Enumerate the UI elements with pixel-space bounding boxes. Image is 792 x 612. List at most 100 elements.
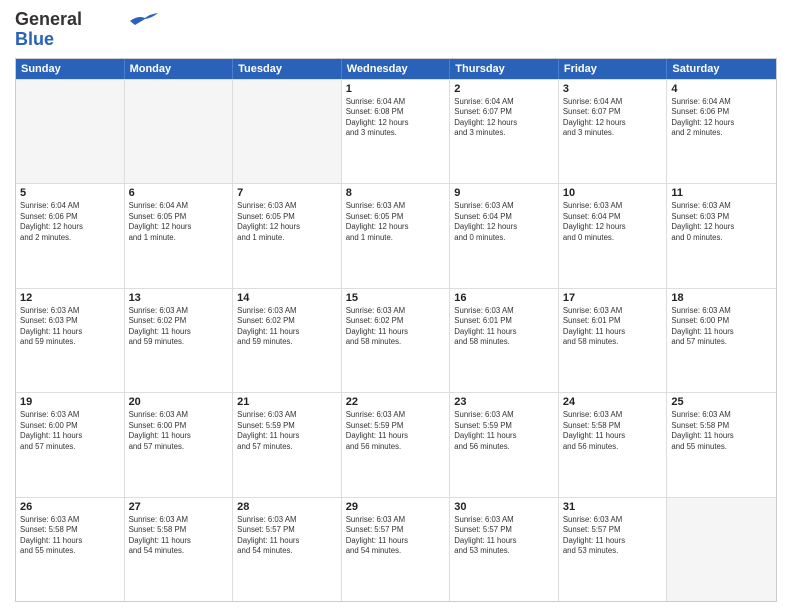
calendar-cell: 10Sunrise: 6:03 AM Sunset: 6:04 PM Dayli…: [559, 184, 668, 287]
day-info: Sunrise: 6:03 AM Sunset: 6:02 PM Dayligh…: [346, 306, 446, 348]
day-info: Sunrise: 6:03 AM Sunset: 5:58 PM Dayligh…: [563, 410, 663, 452]
calendar-cell: 3 Sunrise: 6:04 AM Sunset: 6:07 PM Daylig…: [559, 80, 668, 183]
day-info: Sunrise: 6:03 AM Sunset: 6:03 PM Dayligh…: [20, 306, 120, 348]
day-info: Sunrise: 6:03 AM Sunset: 6:01 PM Dayligh…: [454, 306, 554, 348]
calendar-cell: [125, 80, 234, 183]
day-number: 17: [563, 292, 663, 304]
day-number: 22: [346, 396, 446, 408]
day-info: Sunrise: 6:03 AM Sunset: 6:05 PM Dayligh…: [346, 201, 446, 243]
calendar-cell: 14 Sunrise: 6:03 AM Sunset: 6:02 PM Dayli…: [233, 289, 342, 392]
day-number: 2: [454, 83, 554, 95]
day-info: Sunrise: 6:03 AM Sunset: 5:59 PM Dayligh…: [346, 410, 446, 452]
header: General Blue: [15, 10, 777, 50]
logo-text-blue: Blue: [15, 30, 54, 50]
calendar-cell: 15Sunrise: 6:03 AM Sunset: 6:02 PM Dayli…: [342, 289, 451, 392]
calendar-cell: 6 Sunrise: 6:04 AM Sunset: 6:05 PM Daylig…: [125, 184, 234, 287]
calendar-cell: 25 Sunrise: 6:03 AM Sunset: 5:58 PM Dayli…: [667, 393, 776, 496]
day-info: Sunrise: 6:03 AM Sunset: 5:59 PM Dayligh…: [237, 410, 337, 452]
day-number: 7: [237, 187, 337, 199]
weekday-header-tuesday: Tuesday: [233, 59, 342, 79]
day-info: Sunrise: 6:04 AM Sunset: 6:07 PM Dayligh…: [563, 97, 663, 139]
day-info: Sunrise: 6:03 AM Sunset: 6:00 PM Dayligh…: [671, 306, 772, 348]
day-number: 11: [671, 187, 772, 199]
calendar-cell: 30 Sunrise: 6:03 AM Sunset: 5:57 PM Dayli…: [450, 498, 559, 601]
calendar: SundayMondayTuesdayWednesdayThursdayFrid…: [15, 58, 777, 602]
calendar-cell: 21 Sunrise: 6:03 AM Sunset: 5:59 PM Dayli…: [233, 393, 342, 496]
day-info: Sunrise: 6:03 AM Sunset: 6:05 PM Dayligh…: [237, 201, 337, 243]
day-info: Sunrise: 6:03 AM Sunset: 5:57 PM Dayligh…: [237, 515, 337, 557]
day-number: 30: [454, 501, 554, 513]
day-number: 18: [671, 292, 772, 304]
calendar-cell: 23 Sunrise: 6:03 AM Sunset: 5:59 PM Dayli…: [450, 393, 559, 496]
day-number: 25: [671, 396, 772, 408]
day-number: 28: [237, 501, 337, 513]
day-number: 13: [129, 292, 229, 304]
day-info: Sunrise: 6:03 AM Sunset: 6:01 PM Dayligh…: [563, 306, 663, 348]
day-number: 21: [237, 396, 337, 408]
weekday-header-thursday: Thursday: [450, 59, 559, 79]
day-info: Sunrise: 6:04 AM Sunset: 6:06 PM Dayligh…: [671, 97, 772, 139]
calendar-cell: 11 Sunrise: 6:03 AM Sunset: 6:03 PM Dayli…: [667, 184, 776, 287]
calendar-row-4: 26 Sunrise: 6:03 AM Sunset: 5:58 PM Dayli…: [16, 497, 776, 601]
calendar-cell: 27Sunrise: 6:03 AM Sunset: 5:58 PM Dayli…: [125, 498, 234, 601]
day-info: Sunrise: 6:04 AM Sunset: 6:08 PM Dayligh…: [346, 97, 446, 139]
calendar-row-2: 12 Sunrise: 6:03 AM Sunset: 6:03 PM Dayli…: [16, 288, 776, 392]
day-info: Sunrise: 6:03 AM Sunset: 6:02 PM Dayligh…: [237, 306, 337, 348]
day-number: 14: [237, 292, 337, 304]
calendar-cell: 18 Sunrise: 6:03 AM Sunset: 6:00 PM Dayli…: [667, 289, 776, 392]
calendar-cell: 13Sunrise: 6:03 AM Sunset: 6:02 PM Dayli…: [125, 289, 234, 392]
calendar-cell: 20 Sunrise: 6:03 AM Sunset: 6:00 PM Dayli…: [125, 393, 234, 496]
day-number: 19: [20, 396, 120, 408]
calendar-cell: 24 Sunrise: 6:03 AM Sunset: 5:58 PM Dayli…: [559, 393, 668, 496]
calendar-cell: [667, 498, 776, 601]
day-info: Sunrise: 6:03 AM Sunset: 5:59 PM Dayligh…: [454, 410, 554, 452]
weekday-header-friday: Friday: [559, 59, 668, 79]
day-info: Sunrise: 6:04 AM Sunset: 6:06 PM Dayligh…: [20, 201, 120, 243]
day-number: 29: [346, 501, 446, 513]
day-number: 16: [454, 292, 554, 304]
logo-bird-icon: [130, 13, 160, 25]
day-number: 1: [346, 83, 446, 95]
day-number: 31: [563, 501, 663, 513]
calendar-cell: 2Sunrise: 6:04 AM Sunset: 6:07 PM Daylig…: [450, 80, 559, 183]
weekday-header-saturday: Saturday: [667, 59, 776, 79]
day-info: Sunrise: 6:04 AM Sunset: 6:05 PM Dayligh…: [129, 201, 229, 243]
day-info: Sunrise: 6:03 AM Sunset: 5:57 PM Dayligh…: [454, 515, 554, 557]
day-number: 26: [20, 501, 120, 513]
day-number: 4: [671, 83, 772, 95]
calendar-cell: 5 Sunrise: 6:04 AM Sunset: 6:06 PM Daylig…: [16, 184, 125, 287]
page: General Blue SundayMondayTuesdayWednesda…: [0, 0, 792, 612]
day-number: 3: [563, 83, 663, 95]
logo-text-general: General: [15, 10, 82, 30]
day-number: 10: [563, 187, 663, 199]
calendar-cell: 16 Sunrise: 6:03 AM Sunset: 6:01 PM Dayli…: [450, 289, 559, 392]
day-info: Sunrise: 6:03 AM Sunset: 6:00 PM Dayligh…: [129, 410, 229, 452]
day-info: Sunrise: 6:03 AM Sunset: 5:58 PM Dayligh…: [671, 410, 772, 452]
calendar-row-3: 19 Sunrise: 6:03 AM Sunset: 6:00 PM Dayli…: [16, 392, 776, 496]
calendar-row-0: 1 Sunrise: 6:04 AM Sunset: 6:08 PM Daylig…: [16, 79, 776, 183]
day-info: Sunrise: 6:03 AM Sunset: 6:00 PM Dayligh…: [20, 410, 120, 452]
calendar-cell: 17 Sunrise: 6:03 AM Sunset: 6:01 PM Dayli…: [559, 289, 668, 392]
day-info: Sunrise: 6:03 AM Sunset: 5:58 PM Dayligh…: [129, 515, 229, 557]
calendar-cell: 28 Sunrise: 6:03 AM Sunset: 5:57 PM Dayli…: [233, 498, 342, 601]
calendar-cell: 22 Sunrise: 6:03 AM Sunset: 5:59 PM Dayli…: [342, 393, 451, 496]
day-number: 12: [20, 292, 120, 304]
day-info: Sunrise: 6:03 AM Sunset: 5:57 PM Dayligh…: [346, 515, 446, 557]
day-info: Sunrise: 6:03 AM Sunset: 6:04 PM Dayligh…: [454, 201, 554, 243]
calendar-cell: 4 Sunrise: 6:04 AM Sunset: 6:06 PM Daylig…: [667, 80, 776, 183]
weekday-header-wednesday: Wednesday: [342, 59, 451, 79]
day-info: Sunrise: 6:03 AM Sunset: 5:57 PM Dayligh…: [563, 515, 663, 557]
calendar-header: SundayMondayTuesdayWednesdayThursdayFrid…: [16, 59, 776, 79]
calendar-cell: 31 Sunrise: 6:03 AM Sunset: 5:57 PM Dayli…: [559, 498, 668, 601]
day-number: 5: [20, 187, 120, 199]
day-number: 20: [129, 396, 229, 408]
calendar-cell: 7 Sunrise: 6:03 AM Sunset: 6:05 PM Daylig…: [233, 184, 342, 287]
day-number: 6: [129, 187, 229, 199]
day-number: 23: [454, 396, 554, 408]
calendar-cell: [233, 80, 342, 183]
logo: General Blue: [15, 10, 160, 50]
day-info: Sunrise: 6:03 AM Sunset: 6:03 PM Dayligh…: [671, 201, 772, 243]
day-number: 8: [346, 187, 446, 199]
day-number: 24: [563, 396, 663, 408]
calendar-cell: 12 Sunrise: 6:03 AM Sunset: 6:03 PM Dayli…: [16, 289, 125, 392]
